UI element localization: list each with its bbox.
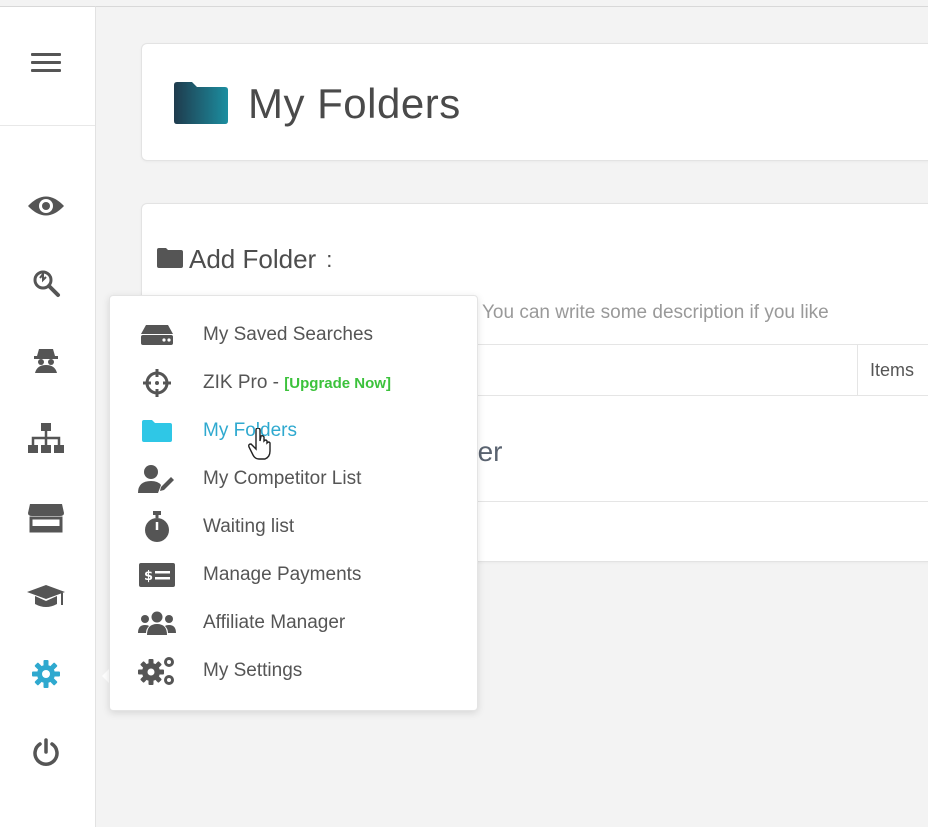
money-bill-icon: $ — [137, 557, 177, 593]
menu-item-label: My Saved Searches — [203, 324, 374, 345]
menu-item-label: ZIK Pro - [Upgrade Now] — [203, 372, 391, 394]
menu-item-competitor-list[interactable]: My Competitor List — [110, 459, 477, 499]
page-title: My Folders — [248, 80, 461, 127]
sidebar — [0, 6, 96, 827]
add-folder-heading: Add Folder : — [157, 244, 332, 275]
folder-icon — [137, 413, 177, 449]
user-edit-icon — [137, 461, 177, 497]
cogs-icon — [137, 653, 177, 689]
menu-item-label: Manage Payments — [203, 564, 362, 585]
menu-item-saved-searches[interactable]: My Saved Searches — [110, 315, 477, 355]
sidebar-header — [0, 7, 95, 126]
folder-small-icon — [157, 244, 183, 275]
hand-cursor-icon — [248, 427, 274, 465]
zik-pro-label: ZIK Pro - — [203, 372, 285, 393]
upgrade-now-link[interactable]: [Upgrade Now] — [284, 375, 391, 392]
column-divider — [857, 345, 858, 395]
folder-icon — [172, 81, 230, 130]
menu-item-my-settings[interactable]: My Settings — [110, 651, 477, 691]
svg-text:$: $ — [144, 569, 153, 584]
page-header-card: My Folders — [141, 43, 928, 161]
menu-item-zik-pro[interactable]: ZIK Pro - [Upgrade Now] — [110, 363, 477, 403]
top-border — [95, 6, 928, 7]
items-column-header: Items — [870, 360, 915, 380]
crosshair-icon — [137, 365, 177, 401]
graduation-cap-icon[interactable] — [22, 577, 70, 617]
menu-item-label: Affiliate Manager — [203, 612, 346, 633]
hard-drive-icon — [137, 317, 177, 353]
power-icon[interactable] — [22, 733, 70, 773]
menu-item-waiting-list[interactable]: Waiting list — [110, 507, 477, 547]
menu-pointer — [102, 669, 109, 683]
menu-icon[interactable] — [31, 53, 61, 75]
add-folder-colon: : — [326, 246, 333, 272]
menu-item-label: My Competitor List — [203, 468, 362, 489]
menu-item-my-folders[interactable]: My Folders — [110, 411, 477, 451]
settings-dropdown-menu: My Saved Searches ZIK Pro - [Upgrade Now… — [109, 295, 478, 711]
spy-icon[interactable] — [22, 340, 70, 380]
sitemap-icon[interactable] — [22, 418, 70, 458]
eye-icon[interactable] — [22, 186, 70, 226]
search-icon[interactable] — [22, 263, 70, 303]
description-field[interactable]: You can write some description if you li… — [482, 302, 829, 324]
add-folder-label: Add Folder — [189, 244, 317, 274]
store-icon[interactable] — [22, 497, 70, 537]
menu-item-manage-payments[interactable]: $ Manage Payments — [110, 555, 477, 595]
gear-icon[interactable] — [22, 654, 70, 694]
users-icon — [137, 605, 177, 641]
menu-item-label: My Settings — [203, 660, 303, 681]
menu-item-affiliate-manager[interactable]: Affiliate Manager — [110, 603, 477, 643]
menu-item-label: Waiting list — [203, 516, 295, 537]
stopwatch-icon — [137, 509, 177, 545]
